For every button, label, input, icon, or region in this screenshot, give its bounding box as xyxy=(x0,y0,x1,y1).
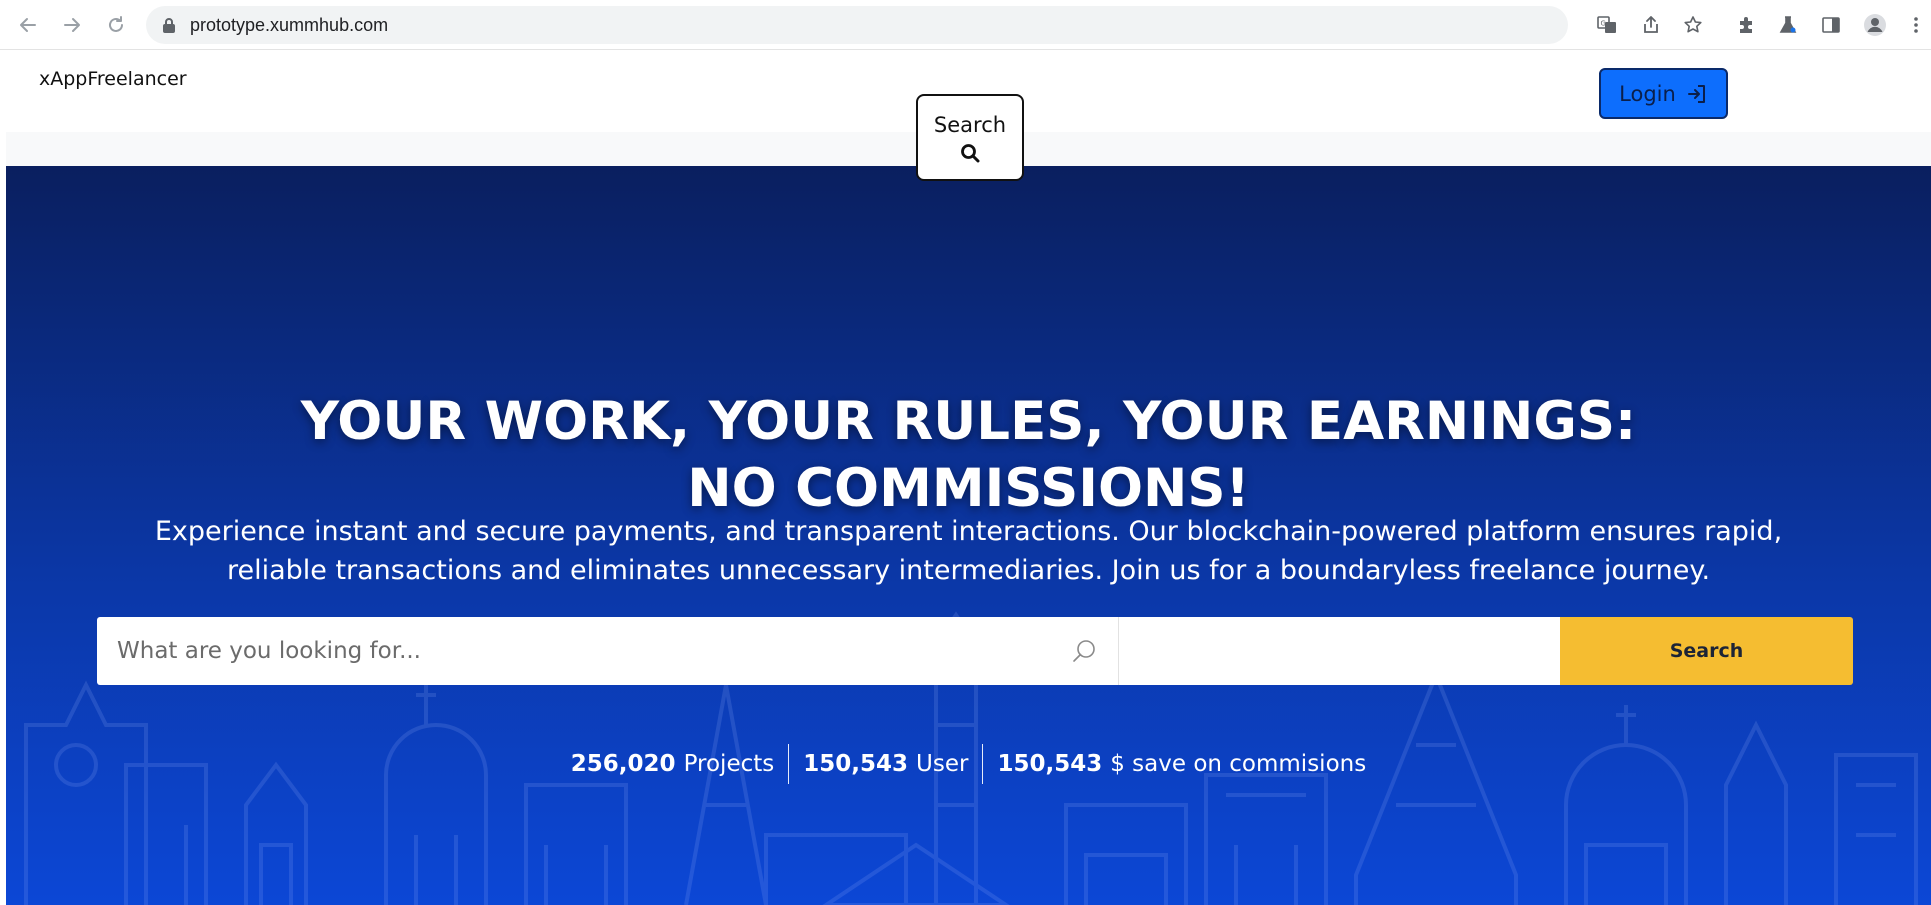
svg-text:G: G xyxy=(1601,20,1606,28)
reload-icon[interactable] xyxy=(102,11,130,39)
stat-label: $ save on commisions xyxy=(1110,751,1367,777)
hero-title: YOUR WORK, YOUR RULES, YOUR EARNINGS: NO… xyxy=(6,388,1931,522)
hero-search-bar: Search xyxy=(97,617,1853,685)
keyword-search-input[interactable] xyxy=(117,638,1070,664)
hero-search-button[interactable]: Search xyxy=(1560,617,1853,685)
address-bar[interactable]: prototype.xummhub.com xyxy=(146,6,1568,44)
lock-icon xyxy=(162,17,176,34)
stat-projects: 256,020 Projects xyxy=(557,744,788,784)
stat-savings: 150,543 $ save on commisions xyxy=(983,744,1380,784)
hero-subtitle-line-2: reliable transactions and eliminates unn… xyxy=(226,555,1711,586)
login-arrow-icon xyxy=(1687,84,1705,103)
brand-logo-text[interactable]: xAppFreelancer xyxy=(39,68,187,90)
magnifier-icon xyxy=(961,143,980,162)
browser-toolbar: prototype.xummhub.com G xyxy=(0,0,1931,50)
translate-icon[interactable]: G xyxy=(1594,12,1620,38)
login-label: Login xyxy=(1619,81,1676,106)
forward-arrow-icon[interactable] xyxy=(58,11,86,39)
back-arrow-icon[interactable] xyxy=(14,11,42,39)
keyword-search-field xyxy=(97,617,1119,685)
share-icon[interactable] xyxy=(1638,12,1664,38)
hero-subtitle: Experience instant and secure payments, … xyxy=(86,512,1851,590)
stats-bar: 256,020 Projects 150,543 User 150,543 $ … xyxy=(6,744,1931,784)
stat-value: 256,020 xyxy=(570,751,676,777)
stat-divider xyxy=(982,744,984,784)
hero-subtitle-line-1: Experience instant and secure payments, … xyxy=(154,516,1783,547)
browser-menu-icon[interactable] xyxy=(1906,12,1926,38)
labs-flask-icon[interactable] xyxy=(1775,12,1801,38)
hero-title-line-1: YOUR WORK, YOUR RULES, YOUR EARNINGS: xyxy=(300,391,1637,452)
stat-value: 150,543 xyxy=(803,751,909,777)
hero-section: YOUR WORK, YOUR RULES, YOUR EARNINGS: NO… xyxy=(6,166,1931,905)
extensions-puzzle-icon[interactable] xyxy=(1733,12,1759,38)
side-panel-icon[interactable] xyxy=(1818,12,1844,38)
header-search-button[interactable]: Search xyxy=(916,94,1024,181)
url-text: prototype.xummhub.com xyxy=(190,14,389,35)
bookmark-star-icon[interactable] xyxy=(1680,12,1706,38)
stat-divider xyxy=(788,744,790,784)
stat-value: 150,543 xyxy=(997,751,1103,777)
search-icon xyxy=(1073,640,1095,662)
stat-label: User xyxy=(916,751,969,777)
page-viewport: xAppFreelancer Login Search YOUR WORK, Y… xyxy=(6,50,1931,905)
profile-avatar-icon[interactable] xyxy=(1862,12,1888,38)
stat-users: 150,543 User xyxy=(789,744,982,784)
secondary-search-input[interactable] xyxy=(1119,617,1560,685)
stat-label: Projects xyxy=(683,751,775,777)
header-search-label: Search xyxy=(933,112,1007,137)
login-button[interactable]: Login xyxy=(1599,68,1728,119)
